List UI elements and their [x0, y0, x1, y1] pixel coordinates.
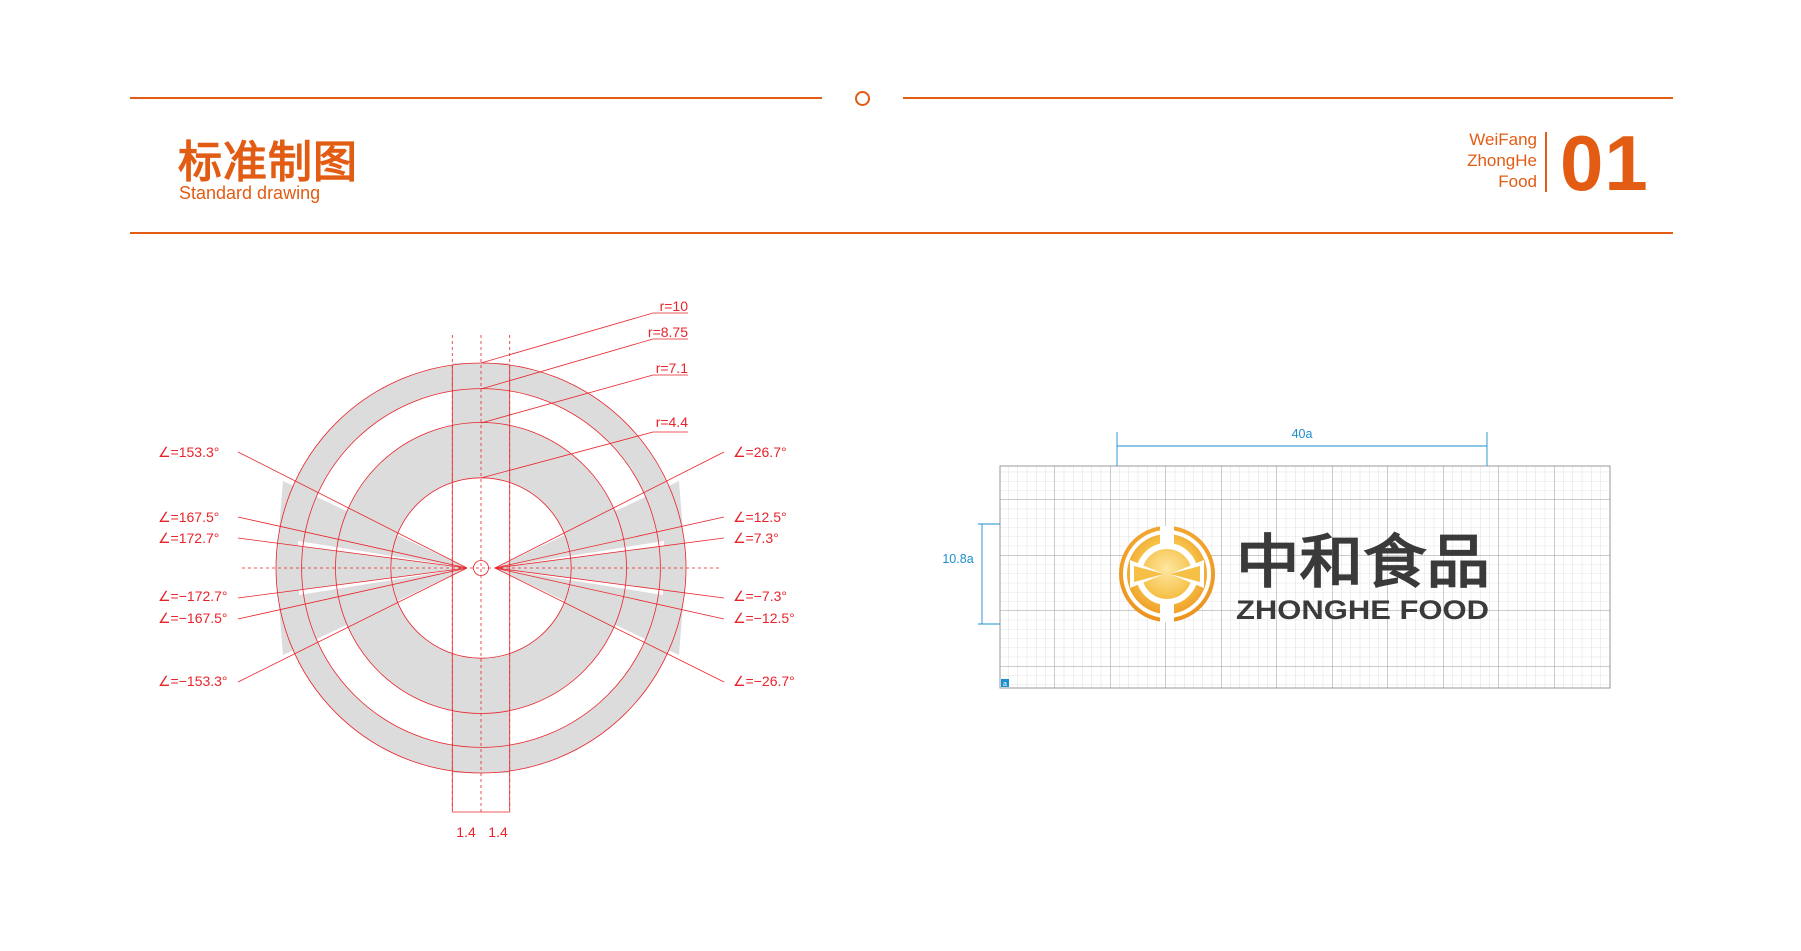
angle-label-left-1: ∠=153.3°: [158, 444, 219, 460]
radius-label-r4-4: r=4.4: [656, 414, 689, 430]
angle-label-right-1: ∠=26.7°: [733, 444, 787, 460]
logo-emblem: [1119, 526, 1215, 622]
angle-label-left-6: ∠=−153.3°: [158, 673, 228, 689]
angle-label-left-2: ∠=167.5°: [158, 509, 219, 525]
drawing-canvas: r=10 r=8.75 r=7.1 r=4.4 ∠=153.3° ∠=167.5…: [158, 298, 1611, 840]
bar-width-label-right: 1.4: [488, 824, 508, 840]
radius-label-r7-1: r=7.1: [656, 360, 689, 376]
logo-grid-panel: 40a 10.8a a 中和食品 ZHONGHE FOOD: [942, 427, 1611, 689]
center-circle: [473, 560, 489, 576]
angle-label-right-4: ∠=−7.3°: [733, 588, 787, 604]
angle-label-right-5: ∠=−12.5°: [733, 610, 795, 626]
angle-label-left-4: ∠=−172.7°: [158, 588, 228, 604]
radius-label-r8-75: r=8.75: [648, 324, 688, 340]
height-dimension-label: 10.8a: [942, 552, 973, 566]
radius-label-r10: r=10: [660, 298, 689, 314]
angle-label-right-2: ∠=12.5°: [733, 509, 787, 525]
angle-label-right-6: ∠=−26.7°: [733, 673, 795, 689]
bar-width-label-left: 1.4: [456, 824, 476, 840]
logo-name-en: ZHONGHE FOOD: [1236, 595, 1489, 625]
width-dimension-label: 40a: [1292, 427, 1313, 441]
construction-diagram: r=10 r=8.75 r=7.1 r=4.4 ∠=153.3° ∠=167.5…: [158, 298, 795, 840]
angle-label-left-3: ∠=172.7°: [158, 530, 219, 546]
angle-label-right-3: ∠=7.3°: [733, 530, 779, 546]
angle-label-left-5: ∠=−167.5°: [158, 610, 228, 626]
unit-square-label: a: [1003, 681, 1007, 688]
logo-name-cn: 中和食品: [1236, 528, 1490, 596]
